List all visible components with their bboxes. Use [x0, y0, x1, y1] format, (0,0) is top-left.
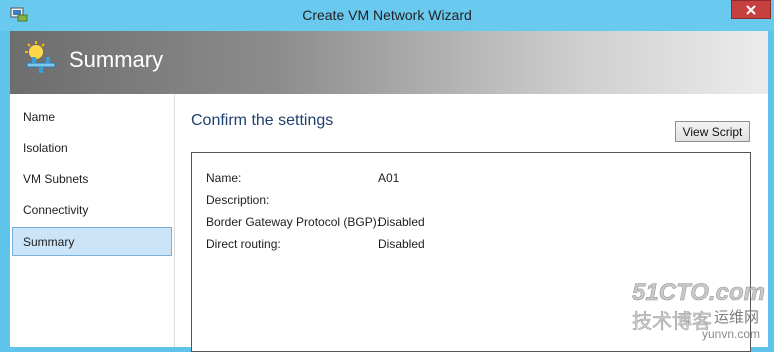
watermark-line1: 51CTO.com [632, 279, 765, 306]
setting-label: Direct routing: [206, 237, 281, 251]
setting-value: Disabled [378, 215, 425, 229]
view-script-button[interactable]: View Script [675, 121, 750, 142]
wizard-nav: Name Isolation VM Subnets Connectivity S… [10, 94, 175, 347]
nav-item-connectivity[interactable]: Connectivity [12, 196, 172, 225]
watermark-line3: 运维网 [714, 308, 759, 326]
close-icon [746, 4, 756, 15]
setting-value: A01 [378, 171, 400, 185]
window-title: Create VM Network Wizard [302, 7, 472, 23]
nav-item-isolation[interactable]: Isolation [12, 134, 172, 163]
nav-item-summary[interactable]: Summary [12, 227, 172, 256]
nav-item-vm-subnets[interactable]: VM Subnets [12, 165, 172, 194]
setting-value: Disabled [378, 237, 425, 251]
setting-label: Name: [206, 171, 242, 185]
watermark-logo: 51CTO.com 技术博客 运维网 yunvn.com [632, 279, 766, 341]
nav-item-name[interactable]: Name [12, 103, 172, 132]
section-heading: Confirm the settings [191, 112, 334, 129]
setting-label: Border Gateway Protocol (BGP): [206, 215, 381, 229]
watermark-line2: 技术博客 [632, 309, 712, 333]
title-bar: Create VM Network Wizard [0, 0, 774, 31]
close-button[interactable] [731, 0, 771, 19]
setting-label: Description: [206, 193, 270, 207]
watermark-line4: yunvn.com [702, 327, 760, 341]
network-wizard-icon [25, 41, 56, 73]
wizard-header: Summary [10, 31, 768, 94]
page-title: Summary [69, 47, 164, 72]
